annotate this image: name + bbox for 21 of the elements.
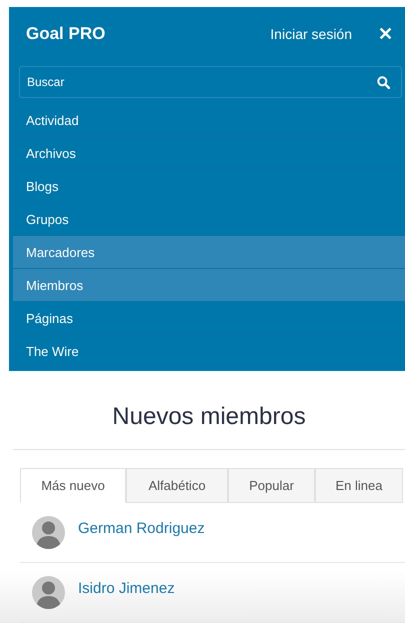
section-title: Nuevos miembros	[13, 371, 405, 450]
tab[interactable]: Popular	[228, 468, 315, 503]
member-name-link[interactable]: Isidro Jimenez	[78, 580, 175, 597]
member-name-link[interactable]: German Rodriguez	[78, 520, 205, 537]
tab[interactable]: En linea	[315, 468, 403, 503]
login-link[interactable]: Iniciar sesión	[270, 26, 352, 42]
menu-item[interactable]: Marcadores	[13, 236, 405, 269]
menu-item[interactable]: Blogs	[13, 170, 405, 203]
menu-item[interactable]: The Wire	[13, 335, 405, 368]
menu-item[interactable]: Páginas	[13, 302, 405, 335]
search-icon	[377, 76, 390, 89]
tab[interactable]: Alfabético	[126, 468, 228, 503]
menu-item[interactable]: Miembros	[13, 269, 405, 302]
avatar-icon	[32, 516, 65, 549]
avatar-icon	[32, 576, 65, 609]
tab[interactable]: Más nuevo	[20, 468, 126, 503]
menu-item[interactable]: Archivos	[13, 137, 405, 170]
menu-item[interactable]: Actividad	[13, 104, 405, 137]
site-title: Goal PRO	[26, 24, 106, 44]
close-button[interactable]: ✕	[378, 22, 393, 44]
search-field[interactable]: Buscar	[19, 66, 402, 98]
